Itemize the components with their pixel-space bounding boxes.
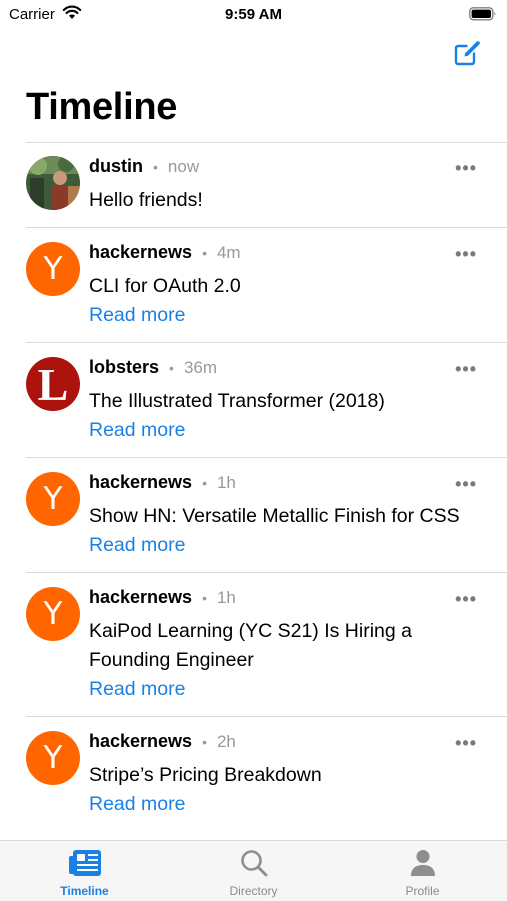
more-options-icon[interactable]: ••• [455,474,477,495]
post-item[interactable]: Y ••• hackernews • 1h KaiPod Learning (Y… [26,573,507,717]
post-author[interactable]: hackernews [89,587,192,608]
post-author[interactable]: hackernews [89,731,192,752]
separator-dot: • [202,475,207,491]
read-more-link[interactable]: Read more [89,531,487,560]
tab-timeline[interactable]: Timeline [0,841,169,901]
post-content: Stripe’s Pricing Breakdown [89,764,322,786]
more-options-icon[interactable]: ••• [455,244,477,265]
tab-label: Profile [405,884,440,898]
read-more-link[interactable]: Read more [89,790,487,819]
post-item[interactable]: L ••• lobsters • 36m The Illustrated Tra… [26,343,507,458]
post-content: Hello friends! [89,189,203,211]
page-title: Timeline [26,86,178,128]
read-more-link[interactable]: Read more [89,675,487,704]
post-author[interactable]: dustin [89,156,143,177]
post-item[interactable]: Y ••• hackernews • 4m CLI for OAuth 2.0 … [26,228,507,343]
post-author[interactable]: lobsters [89,357,159,378]
post-item[interactable]: Y ••• hackernews • 2h Stripe’s Pricing B… [26,717,507,831]
post-time: 1h [216,588,236,607]
more-options-icon[interactable]: ••• [455,733,477,754]
timeline-feed[interactable]: ••• dustin • now Hello friends! Y ••• ha… [0,142,507,840]
avatar[interactable]: Y [26,587,80,641]
person-icon[interactable] [408,848,438,878]
avatar[interactable]: Y [26,731,80,785]
avatar[interactable] [26,156,80,210]
status-time: 9:59 AM [225,6,282,23]
compose-button[interactable] [452,38,482,68]
post-time: 1h [216,473,236,492]
tab-label: Timeline [60,884,109,898]
avatar[interactable]: L [26,357,80,411]
newspaper-icon[interactable] [68,848,102,878]
post-content: CLI for OAuth 2.0 [89,275,241,297]
tab-label: Directory [229,884,278,898]
read-more-link[interactable]: Read more [89,301,487,330]
read-more-link[interactable]: Read more [89,416,487,445]
more-options-icon[interactable]: ••• [455,589,477,610]
status-bar: Carrier 9:59 AM [0,0,507,30]
more-options-icon[interactable]: ••• [455,158,477,179]
tab-directory[interactable]: Directory [169,841,338,901]
post-content: The Illustrated Transformer (2018) [89,390,385,412]
separator-dot: • [202,245,207,261]
avatar[interactable]: Y [26,472,80,526]
avatar[interactable]: Y [26,242,80,296]
post-item[interactable]: ••• dustin • now Hello friends! [26,142,507,228]
separator-dot: • [202,734,207,750]
post-time: 4m [216,243,241,262]
post-time: 2h [216,732,236,751]
post-content: Show HN: Versatile Metallic Finish for C… [89,505,460,527]
avatar-letter: L [37,359,69,410]
post-time: now [167,157,200,176]
tab-profile[interactable]: Profile [338,841,507,901]
post-time: 36m [183,358,218,377]
post-content: KaiPod Learning (YC S21) Is Hiring a Fou… [89,620,412,671]
post-author[interactable]: hackernews [89,472,192,493]
search-icon[interactable] [239,848,269,878]
compose-icon[interactable] [452,38,482,68]
tab-bar: Timeline Directory Profile [0,840,507,901]
separator-dot: • [153,159,158,175]
separator-dot: • [169,360,174,376]
battery-icon [469,7,497,26]
post-author[interactable]: hackernews [89,242,192,263]
more-options-icon[interactable]: ••• [455,359,477,380]
post-item[interactable]: Y ••• hackernews • 1h Show HN: Versatile… [26,458,507,573]
separator-dot: • [202,590,207,606]
